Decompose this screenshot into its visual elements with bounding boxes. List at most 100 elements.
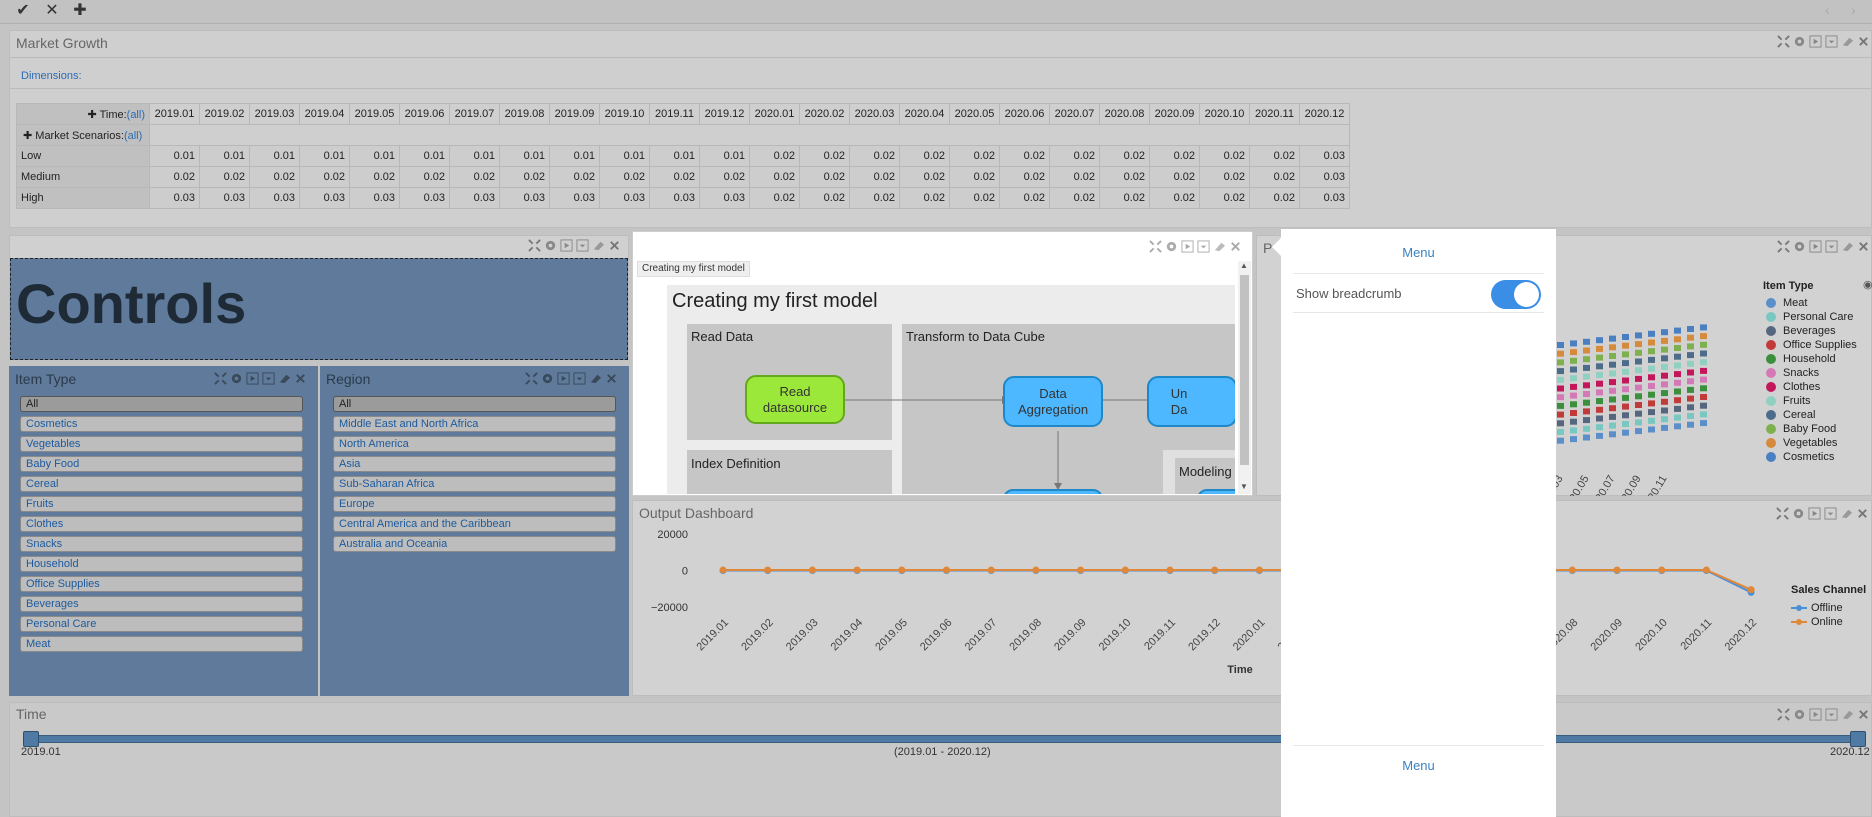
item-type-option[interactable]: Beverages <box>20 596 303 612</box>
time-slider-start-handle[interactable] <box>23 731 39 747</box>
column-header[interactable]: 2020.06 <box>999 103 1050 125</box>
dropdown-icon[interactable] <box>576 239 589 252</box>
column-header[interactable]: 2019.02 <box>199 103 250 125</box>
column-header[interactable]: 2020.02 <box>799 103 850 125</box>
row-label[interactable]: High <box>16 187 150 209</box>
table-cell[interactable]: 0.02 <box>749 166 800 188</box>
gear-icon[interactable] <box>1793 240 1806 253</box>
table-cell[interactable]: 0.01 <box>249 145 300 167</box>
item-type-option[interactable]: Baby Food <box>20 456 303 472</box>
column-header[interactable]: 2019.07 <box>449 103 500 125</box>
eraser-icon[interactable] <box>278 372 291 385</box>
legend-entry[interactable]: Baby Food <box>1766 423 1857 435</box>
item-type-option[interactable]: Personal Care <box>20 616 303 632</box>
time-header[interactable]: ✚ Time:(all) <box>16 103 150 125</box>
table-cell[interactable]: 0.02 <box>799 145 850 167</box>
table-cell[interactable]: 0.02 <box>1199 166 1250 188</box>
expand-icon[interactable] <box>525 372 538 385</box>
close-icon[interactable]: ✕ <box>39 0 65 22</box>
column-header[interactable]: 2020.05 <box>949 103 1000 125</box>
node-bottom-partial[interactable] <box>1003 489 1103 494</box>
table-cell[interactable]: 0.02 <box>1249 145 1300 167</box>
table-cell[interactable]: 0.02 <box>699 166 750 188</box>
table-cell[interactable]: 0.03 <box>599 187 650 209</box>
close-panel-icon[interactable] <box>1229 240 1242 253</box>
legend-entry[interactable]: Beverages <box>1766 325 1857 337</box>
item-type-option[interactable]: Clothes <box>20 516 303 532</box>
close-panel-icon[interactable] <box>1857 35 1870 48</box>
table-cell[interactable]: 0.02 <box>149 166 200 188</box>
item-type-option[interactable]: All <box>20 396 303 412</box>
row-label[interactable]: Low <box>16 145 150 167</box>
table-cell[interactable]: 0.02 <box>349 166 400 188</box>
time-slider-track[interactable] <box>24 735 1864 743</box>
table-cell[interactable]: 0.02 <box>649 166 700 188</box>
play-icon[interactable] <box>1809 35 1822 48</box>
item-type-option[interactable]: Office Supplies <box>20 576 303 592</box>
item-type-option[interactable]: Fruits <box>20 496 303 512</box>
menu-footer[interactable]: Menu <box>1281 758 1556 773</box>
column-header[interactable]: 2020.07 <box>1049 103 1100 125</box>
check-icon[interactable]: ✔ <box>10 0 36 22</box>
scenario-all-link[interactable]: (all) <box>124 130 142 142</box>
legend-entry[interactable]: Online <box>1791 616 1843 628</box>
scenario-header[interactable]: ✚ Market Scenarios:(all) <box>16 124 150 146</box>
expand-icon[interactable] <box>1777 240 1790 253</box>
table-cell[interactable]: 0.03 <box>249 187 300 209</box>
gear-icon[interactable] <box>1793 35 1806 48</box>
table-cell[interactable]: 0.02 <box>949 187 1000 209</box>
legend-entry[interactable]: Clothes <box>1766 381 1857 393</box>
table-cell[interactable]: 0.01 <box>649 145 700 167</box>
legend-entry[interactable]: Cosmetics <box>1766 451 1857 463</box>
table-cell[interactable]: 0.02 <box>549 166 600 188</box>
region-option[interactable]: Australia and Oceania <box>333 536 616 552</box>
close-panel-icon[interactable] <box>1857 708 1870 721</box>
table-cell[interactable]: 0.02 <box>599 166 650 188</box>
play-icon[interactable] <box>560 239 573 252</box>
table-cell[interactable]: 0.02 <box>1099 187 1150 209</box>
nav-prev-icon[interactable]: ‹ <box>1825 2 1830 18</box>
column-header[interactable]: 2019.11 <box>649 103 700 125</box>
eraser-icon[interactable] <box>1841 240 1854 253</box>
column-header[interactable]: 2020.03 <box>849 103 900 125</box>
table-cell[interactable]: 0.02 <box>399 166 450 188</box>
gear-icon[interactable] <box>1165 240 1178 253</box>
table-cell[interactable]: 0.03 <box>1299 145 1350 167</box>
eraser-icon[interactable] <box>589 372 602 385</box>
dropdown-icon[interactable] <box>1825 35 1838 48</box>
legend-entry[interactable]: Cereal <box>1766 409 1857 421</box>
scroll-thumb[interactable] <box>1240 275 1249 465</box>
column-header[interactable]: 2020.11 <box>1249 103 1300 125</box>
diagram-scrollbar[interactable]: ▲ ▼ <box>1238 261 1251 494</box>
expand-icon[interactable] <box>1149 240 1162 253</box>
dropdown-icon[interactable] <box>262 372 275 385</box>
time-slider-end-handle[interactable] <box>1850 731 1866 747</box>
expand-icon[interactable] <box>1777 35 1790 48</box>
column-header[interactable]: 2020.10 <box>1199 103 1250 125</box>
dropdown-icon[interactable] <box>1825 240 1838 253</box>
eraser-icon[interactable] <box>1213 240 1226 253</box>
table-cell[interactable]: 0.02 <box>749 145 800 167</box>
column-header[interactable]: 2019.05 <box>349 103 400 125</box>
table-cell[interactable]: 0.02 <box>249 166 300 188</box>
node-modeling-partial[interactable] <box>1197 489 1235 494</box>
legend-entry[interactable]: Fruits <box>1766 395 1857 407</box>
legend-entry[interactable]: Household <box>1766 353 1857 365</box>
table-cell[interactable]: 0.01 <box>299 145 350 167</box>
table-cell[interactable]: 0.02 <box>1249 166 1300 188</box>
table-cell[interactable]: 0.02 <box>1149 187 1200 209</box>
column-header[interactable]: 2020.08 <box>1099 103 1150 125</box>
region-option[interactable]: Sub-Saharan Africa <box>333 476 616 492</box>
column-header[interactable]: 2019.06 <box>399 103 450 125</box>
table-cell[interactable]: 0.02 <box>999 166 1050 188</box>
table-cell[interactable]: 0.03 <box>449 187 500 209</box>
dimensions-link[interactable]: Dimensions: <box>21 70 82 82</box>
table-cell[interactable]: 0.02 <box>949 145 1000 167</box>
table-cell[interactable]: 0.02 <box>899 166 950 188</box>
table-cell[interactable]: 0.03 <box>1299 166 1350 188</box>
item-type-option[interactable]: Vegetables <box>20 436 303 452</box>
item-type-option[interactable]: Household <box>20 556 303 572</box>
table-cell[interactable]: 0.03 <box>299 187 350 209</box>
gear-icon[interactable] <box>541 372 554 385</box>
legend-entry[interactable]: Personal Care <box>1766 311 1857 323</box>
